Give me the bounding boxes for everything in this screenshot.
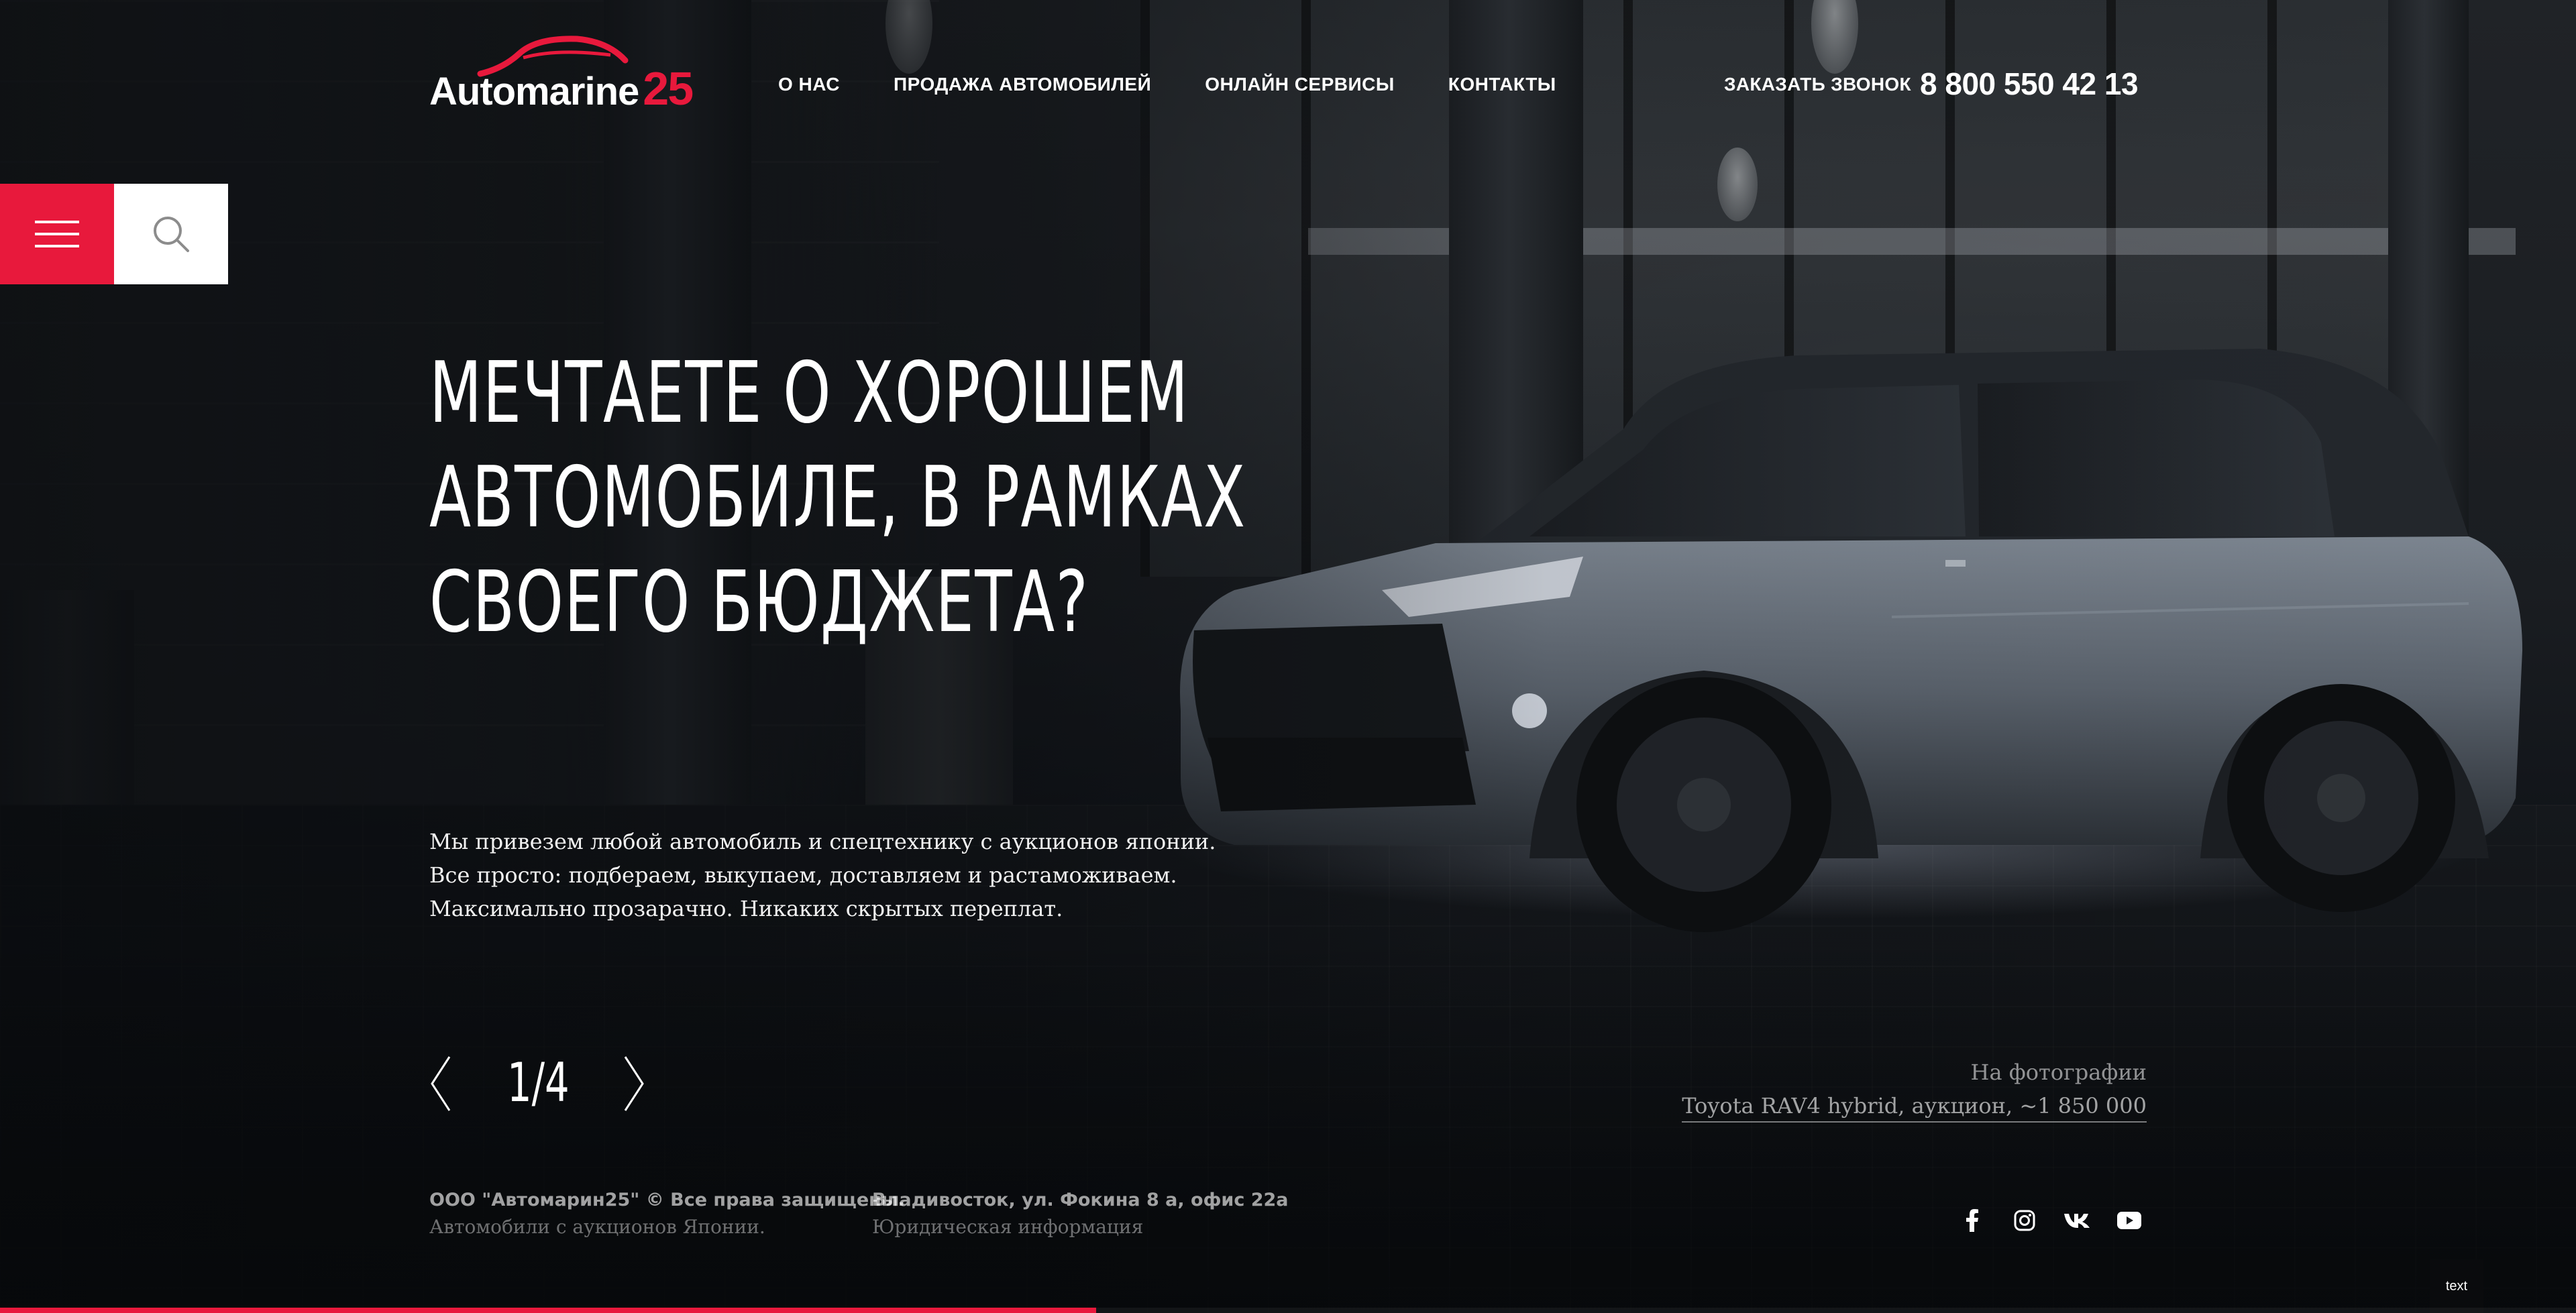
nav-item-online-services[interactable]: ОНЛАЙН СЕРВИСЫ (1205, 74, 1395, 95)
hero-background (0, 0, 2576, 1313)
vk-icon (2064, 1214, 2090, 1228)
footer-copyright: ООО "Автомарин25" © Все права защищены. (429, 1190, 905, 1210)
social-vk-link[interactable] (2063, 1207, 2090, 1234)
nav-item-contacts[interactable]: КОНТАКТЫ (1448, 74, 1556, 95)
hero-description-line: Мы привезем любой автомобиль и спецтехни… (429, 829, 1216, 854)
photo-caption-link[interactable]: Toyota RAV4 hybrid, аукцион, ~1 850 000 (1682, 1093, 2147, 1123)
hero-title-line: СВОЕГО БЮДЖЕТА? (429, 553, 1089, 651)
youtube-icon (2117, 1212, 2141, 1229)
hero-title: МЕЧТАЕТЕ О ХОРОШЕМ АВТОМОБИЛЕ, В РАМКАХ … (429, 341, 1246, 654)
photo-caption: На фотографии Toyota RAV4 hybrid, аукцио… (1682, 1055, 2147, 1123)
chevron-left-icon (431, 1056, 451, 1111)
hero-description-line: Все просто: подбераем, выкупаем, доставл… (429, 862, 1177, 888)
footer-legal-link[interactable]: Юридическая информация (872, 1216, 1143, 1238)
search-icon (154, 217, 189, 252)
photo-caption-label: На фотографии (1970, 1060, 2147, 1085)
phone-number[interactable]: 8 800 550 42 13 (1920, 66, 2139, 102)
slider-counter: 1/4 (507, 1051, 570, 1114)
text-chip[interactable]: text (2430, 1259, 2483, 1313)
slider-progress-track (0, 1308, 2576, 1313)
facebook-icon (1966, 1209, 1978, 1232)
social-facebook-link[interactable] (1959, 1207, 1986, 1234)
social-youtube-link[interactable] (2116, 1207, 2143, 1234)
logo-number: 25 (643, 62, 694, 115)
hero-title-line: АВТОМОБИЛЕ, В РАМКАХ (429, 448, 1246, 547)
logo-name: Automarine (429, 70, 639, 113)
footer-company: ООО "Автомарин25" © Все права защищены. … (429, 1187, 905, 1241)
footer-address-block: Владивосток, ул. Фокина 8 а, офис 22а Юр… (872, 1187, 1289, 1241)
background-shade-bottom (0, 937, 2576, 1313)
footer-tagline: Автомобили с аукционов Японии. (429, 1216, 765, 1238)
hamburger-icon (35, 221, 79, 247)
brand-logo[interactable]: Automarine25 (429, 27, 724, 115)
logo-wordmark: Automarine25 (429, 62, 694, 115)
slider-prev-button[interactable] (429, 1055, 452, 1112)
social-instagram-link[interactable] (2011, 1207, 2038, 1234)
footer-address: Владивосток, ул. Фокина 8 а, офис 22а (872, 1190, 1289, 1210)
social-links (1959, 1207, 2143, 1234)
hero-description: Мы привезем любой автомобиль и спецтехни… (429, 825, 1216, 925)
nav-item-car-sales[interactable]: ПРОДАЖА АВТОМОБИЛЕЙ (894, 74, 1151, 95)
slider-progress-fill (0, 1308, 1096, 1313)
hero-description-line: Максимально прозарачно. Никаких скрытых … (429, 896, 1063, 921)
chevron-right-icon (624, 1056, 644, 1111)
menu-button[interactable] (0, 184, 114, 284)
nav-item-about[interactable]: О НАС (778, 74, 840, 95)
instagram-icon (2014, 1210, 2035, 1231)
hero-title-line: МЕЧТАЕТЕ О ХОРОШЕМ (429, 343, 1189, 442)
slider-next-button[interactable] (623, 1055, 645, 1112)
callback-link[interactable]: ЗАКАЗАТЬ ЗВОНОК (1724, 74, 1911, 95)
main-nav: О НАС ПРОДАЖА АВТОМОБИЛЕЙ ОНЛАЙН СЕРВИСЫ… (778, 74, 1556, 95)
search-button[interactable] (114, 184, 228, 284)
